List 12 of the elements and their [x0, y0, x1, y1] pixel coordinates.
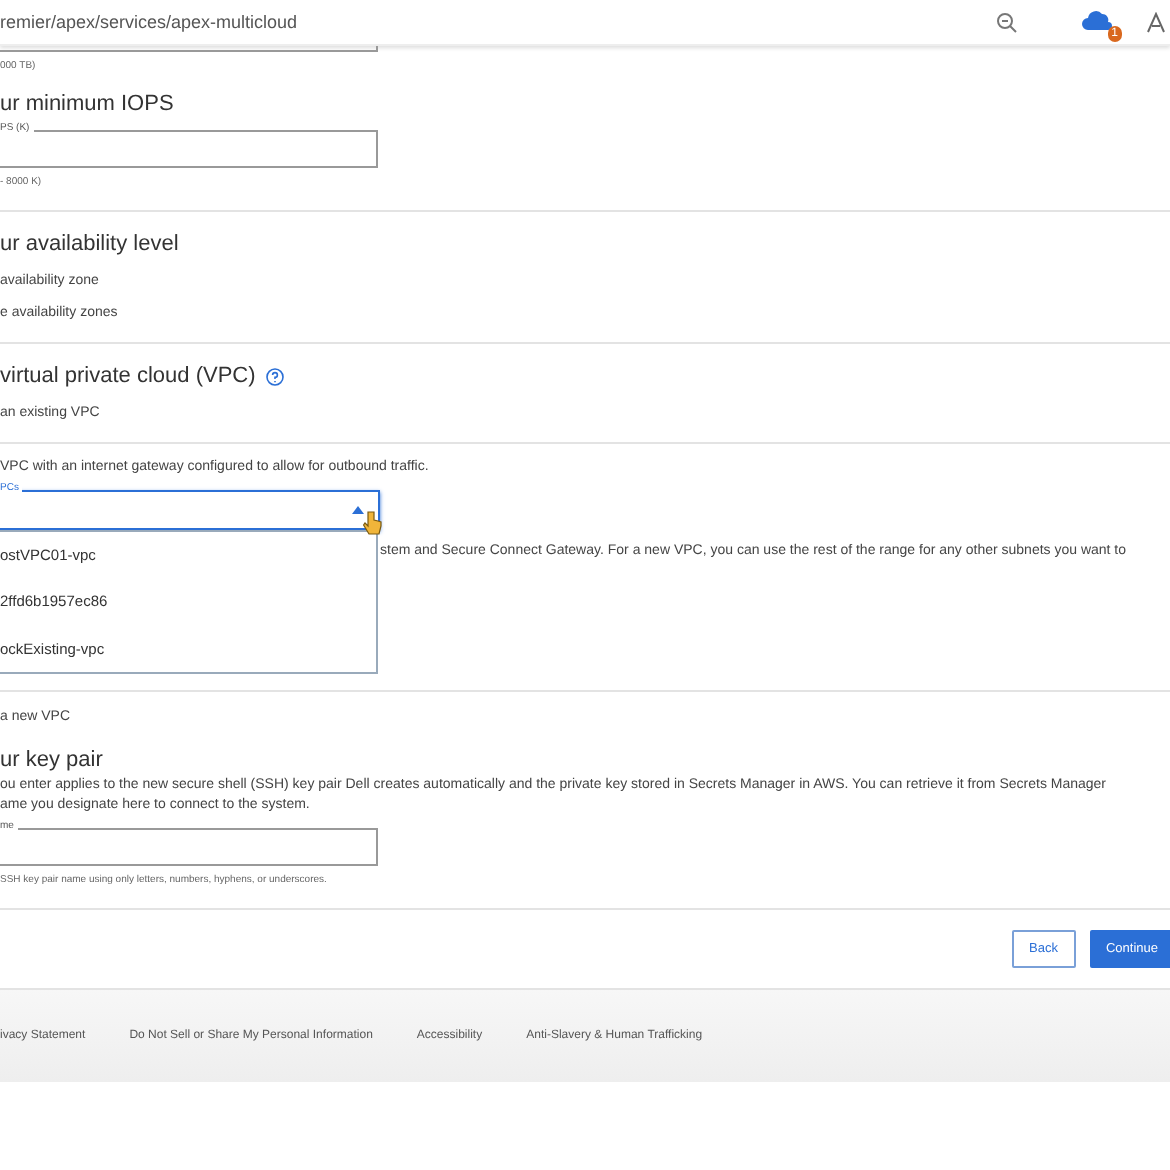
- input-field[interactable]: [0, 46, 378, 52]
- cloud-icon[interactable]: [1082, 8, 1114, 36]
- hand-cursor-icon: [362, 510, 382, 536]
- caret-icon: [352, 506, 364, 514]
- section-heading: ur key pair: [0, 748, 105, 772]
- section-heading: ur minimum IOPS: [0, 92, 176, 116]
- section-heading: virtual private cloud (VPC): [0, 364, 256, 388]
- zoom-out-icon[interactable]: [996, 11, 1018, 33]
- read-aloud-icon[interactable]: [1146, 11, 1166, 33]
- help-icon[interactable]: [265, 367, 284, 385]
- url-text[interactable]: remier/apex/services/apex-multicloud: [0, 12, 996, 32]
- section-heading: ur availability level: [0, 232, 181, 256]
